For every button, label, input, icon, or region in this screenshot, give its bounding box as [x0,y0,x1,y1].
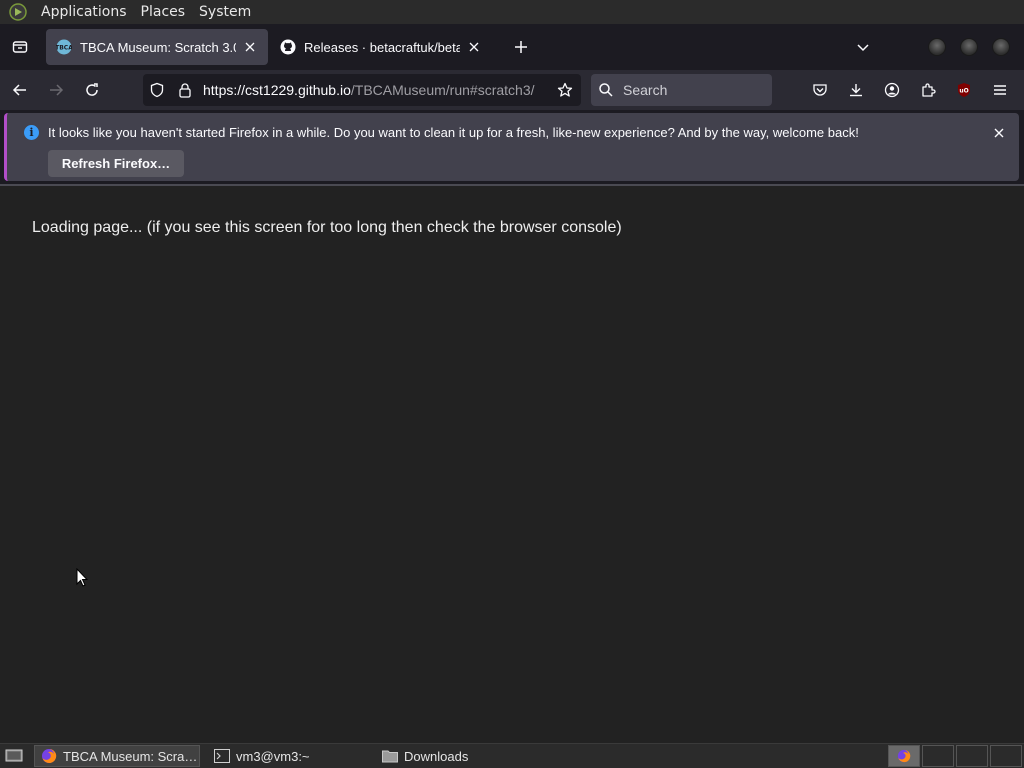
arrow-right-icon [50,84,64,96]
places-menu[interactable]: Places [134,4,193,20]
shield-icon[interactable] [143,74,171,106]
close-tab-icon[interactable] [466,39,482,55]
hamburger-menu-icon[interactable] [982,74,1018,106]
taskbar-item-firefox[interactable]: TBCA Museum: Scra… [34,745,200,767]
back-button[interactable] [4,74,36,106]
list-all-tabs-button[interactable] [848,32,878,62]
top-panel: Applications Places System [0,0,1024,24]
url-host: https://cst1229.github.io [203,82,351,98]
loading-message: Loading page... (if you see this screen … [32,219,622,236]
search-bar[interactable]: Search [591,74,772,106]
page-content: Loading page... (if you see this screen … [0,186,1024,743]
workspace-3[interactable] [956,745,988,767]
tab-tbca-museum[interactable]: TBCA TBCA Museum: Scratch 3.0 [46,29,268,65]
terminal-icon [214,748,230,764]
chevron-down-icon [857,44,869,52]
maximize-window-button[interactable] [960,38,978,56]
info-icon: i [24,125,39,140]
close-tab-icon[interactable] [242,39,258,55]
workspace-4[interactable] [990,745,1022,767]
taskbar-item-terminal[interactable]: vm3@vm3:~ [208,745,368,767]
minimize-window-button[interactable] [928,38,946,56]
taskbar-item-downloads[interactable]: Downloads [376,745,536,767]
tab-releases[interactable]: Releases · betacraftuk/betac [270,29,492,65]
bookmark-star-icon[interactable] [549,74,581,106]
svg-text:TBCA: TBCA [56,45,72,52]
lock-icon[interactable] [171,74,199,106]
notification-message: It looks like you haven't started Firefo… [48,125,859,140]
firefox-view-icon [12,41,28,53]
account-icon[interactable] [874,74,910,106]
arrow-left-icon [12,84,26,96]
reload-button[interactable] [76,74,108,106]
bottom-taskbar: TBCA Museum: Scra… vm3@vm3:~ Downloads [0,743,1024,768]
refresh-firefox-notification: i It looks like you haven't started Fire… [4,113,1019,181]
folder-icon [382,748,398,764]
desktop-icon [5,749,23,762]
github-icon [280,39,296,55]
url-path: /TBCAMuseum/run#scratch3/ [350,82,535,98]
show-desktop-button[interactable] [2,745,26,767]
downloads-icon[interactable] [838,74,874,106]
pocket-icon[interactable] [802,74,838,106]
url-text[interactable]: https://cst1229.github.io/TBCAMuseum/run… [199,82,549,98]
plus-icon [515,41,527,53]
system-menu[interactable]: System [192,4,258,20]
search-icon [591,74,621,106]
firefox-icon [897,749,911,763]
firefox-icon [41,748,57,764]
firefox-view-button[interactable] [0,24,40,70]
close-window-button[interactable] [992,38,1010,56]
distro-logo-icon[interactable] [8,2,28,22]
mouse-cursor-icon [76,567,89,592]
toolbar-buttons: uO [802,74,1018,106]
close-notification-icon[interactable] [991,125,1007,141]
ublock-origin-icon[interactable]: uO [946,74,982,106]
refresh-firefox-button[interactable]: Refresh Firefox… [48,150,184,177]
taskbar-item-label: vm3@vm3:~ [236,748,310,764]
extensions-icon[interactable] [910,74,946,106]
navigation-toolbar: https://cst1229.github.io/TBCAMuseum/run… [0,70,1024,110]
taskbar-item-label: Downloads [404,748,469,764]
workspace-2[interactable] [922,745,954,767]
tbca-icon: TBCA [56,39,72,55]
forward-button[interactable] [40,74,72,106]
url-bar[interactable]: https://cst1229.github.io/TBCAMuseum/run… [143,74,581,106]
tab-strip: TBCA TBCA Museum: Scratch 3.0 Releases ·… [0,24,1024,70]
svg-text:uO: uO [959,88,968,95]
taskbar-item-label: TBCA Museum: Scra… [63,748,198,764]
applications-menu[interactable]: Applications [34,4,134,20]
search-placeholder: Search [623,82,668,98]
workspace-1[interactable] [888,745,920,767]
reload-icon [86,83,98,96]
tab-title: TBCA Museum: Scratch 3.0 [80,39,236,55]
tab-title: Releases · betacraftuk/betac [304,39,460,55]
new-tab-button[interactable] [506,32,536,62]
